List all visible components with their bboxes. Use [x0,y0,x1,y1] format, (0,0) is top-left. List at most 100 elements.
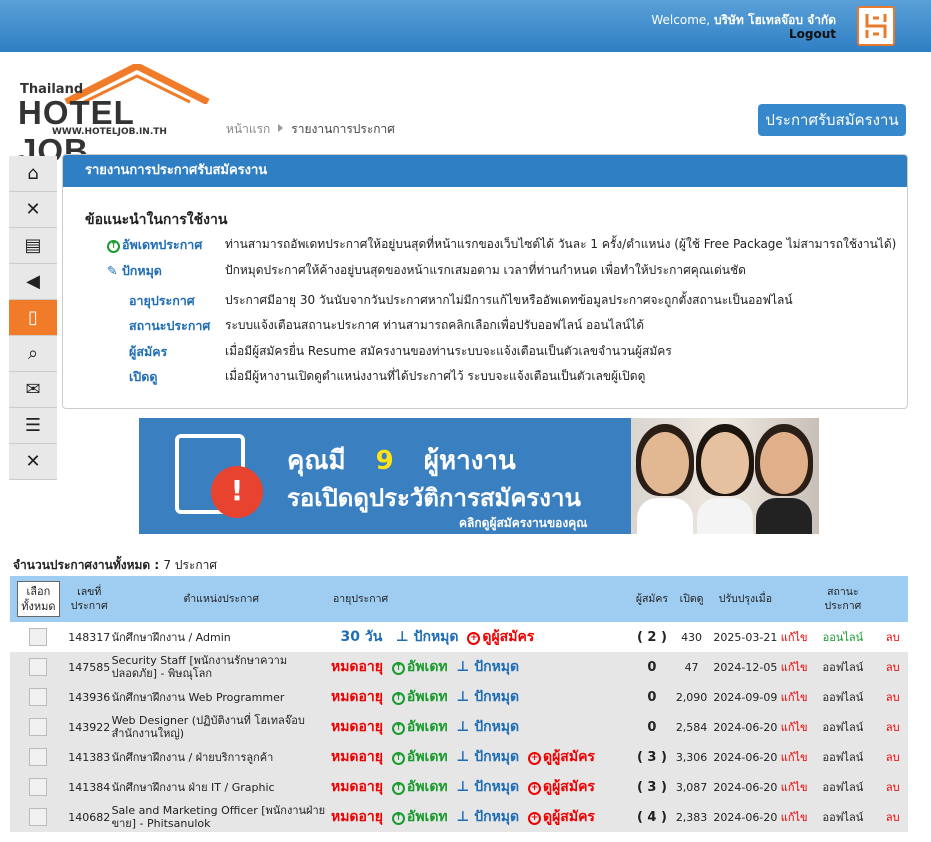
edit-button[interactable]: แก้ไข [780,712,808,742]
row-updated: 2024-06-20 [713,810,778,824]
row-position[interactable]: Web Designer (ปฏิบัติงานที่ โฮเทลจ๊อบ สำ… [112,712,331,742]
breadcrumb-home[interactable]: หน้าแรก [226,122,270,136]
row-position[interactable]: นักศึกษาฝึกงาน / Admin [112,622,331,652]
status-toggle[interactable]: ออฟไลน์ [808,742,877,772]
status-toggle[interactable]: ออฟไลน์ [808,802,877,832]
sidebar-item-mail[interactable]: ✉ [9,372,57,408]
pin-button[interactable]: ⊥ ปักหมุด [457,689,520,705]
row-id: 143922 [68,720,111,734]
pin-button[interactable]: ⊥ ปักหมุด [457,779,520,795]
edit-button[interactable]: แก้ไข [780,802,808,832]
announcement-table: เลือก ทั้งหมด เลขที่ ประกาศ ตำแหน่งประกา… [10,576,908,832]
logout-link[interactable]: Logout [789,27,836,41]
post-job-button[interactable]: ประกาศรับสมัครงาน [758,104,906,136]
row-age: หมดอายุ [331,652,392,682]
row-applicants[interactable]: 0 [632,652,673,682]
row-applicants[interactable]: 0 [632,682,673,712]
header-age: อายุประกาศ [332,593,389,605]
delete-button[interactable]: ลบ [877,652,908,682]
sidebar-item-list[interactable]: ☰ [9,408,57,444]
row-applicants[interactable]: ( 3 ) [632,742,673,772]
up-arrow-icon: ↑ [391,812,405,825]
row-applicants[interactable]: ( 2 ) [632,622,673,652]
update-button[interactable]: ↑ อัพเดท [391,689,448,705]
banner-count: 9 [375,446,394,476]
hoteljob-logo[interactable]: Thailand HOTEL JOB WWW.HOTELJOB.IN.TH [18,64,210,169]
pin-button[interactable]: ⊥ ปักหมุด [457,749,520,765]
pin-button[interactable]: ⊥ ปักหมุด [457,719,520,735]
update-button[interactable]: ↑ อัพเดท [391,719,448,735]
row-actions: ⊥ ปักหมุด + ดูผู้สมัคร [392,622,632,652]
status-toggle[interactable]: ออฟไลน์ [808,682,877,712]
edit-button[interactable]: แก้ไข [780,742,808,772]
row-checkbox[interactable] [29,628,48,646]
sidebar-item-search-resume[interactable]: ⌕ [9,336,57,372]
row-position[interactable]: นักศึกษาฝึกงาน Web Programmer [112,682,331,712]
sidebar-item-news[interactable]: ▤ [9,228,57,264]
delete-button[interactable]: ลบ [877,742,908,772]
row-position[interactable]: นักศึกษาฝึกงาน / ฝ่ายบริการลูกค้า [112,742,331,772]
status-toggle[interactable]: ออฟไลน์ [808,652,877,682]
expired-label: หมดอายุ [330,659,383,675]
pin-button[interactable]: ⊥ ปักหมุด [457,659,520,675]
select-all-button[interactable]: เลือก ทั้งหมด [17,581,60,617]
guide-row: เปิดดู เมื่อมีผู้หางานเปิดดูตำแหน่งงานที่… [129,369,646,384]
row-checkbox[interactable] [29,658,48,676]
delete-button[interactable]: ลบ [877,802,908,832]
delete-button[interactable]: ลบ [877,622,908,652]
row-views: 2,584 [675,720,708,734]
up-arrow-icon: ↑ [391,782,405,795]
row-checkbox[interactable] [29,748,48,766]
row-age: 30 วัน [331,622,392,652]
row-applicants[interactable]: ( 3 ) [632,772,673,802]
row-actions: ↑ อัพเดท ⊥ ปักหมุด + ดูผู้สมัคร [391,802,632,832]
sidebar-item-home[interactable]: ⌂ [9,156,57,192]
update-button[interactable]: ↑ อัพเดท [391,749,448,765]
pin-icon: ⊥ [456,719,470,735]
view-applicants-button[interactable]: + ดูผู้สมัคร [528,749,595,765]
row-applicants[interactable]: ( 4 ) [632,802,673,832]
company-logo-icon[interactable] [857,6,895,46]
row-views: 2,383 [675,810,708,824]
pin-button[interactable]: ⊥ ปักหมุด [396,629,459,645]
delete-button[interactable]: ลบ [877,712,908,742]
row-position[interactable]: Security Staff [พนักงานรักษาความปลอดภัย]… [112,652,331,682]
update-button[interactable]: ↑ อัพเดท [391,659,448,675]
row-checkbox[interactable] [29,778,48,796]
sidebar-item-announce[interactable]: ◀ [9,264,57,300]
applicants-banner[interactable]: ! คุณมี 9 ผู้หางาน รอเปิดดูประวัติการสมัคร… [139,418,819,534]
row-position[interactable]: นักศึกษาฝึกงาน ฝ่าย IT / Graphic [112,772,331,802]
status-toggle[interactable]: ออฟไลน์ [808,712,877,742]
update-button[interactable]: ↑ อัพเดท [391,809,448,825]
view-applicants-button[interactable]: + ดูผู้สมัคร [467,629,534,645]
panel-title: รายงานการประกาศรับสมัครงาน [63,155,907,187]
row-updated: 2025-03-21 [713,630,778,644]
delete-button[interactable]: ลบ [877,682,908,712]
row-applicants[interactable]: 0 [632,712,673,742]
update-button[interactable]: ↑ อัพเดท [391,779,448,795]
pin-icon: ⊥ [456,659,470,675]
banner-photo [631,418,819,534]
row-position[interactable]: Sale and Marketing Officer [พนักงานฝ่ายข… [112,802,331,832]
edit-button[interactable]: แก้ไข [780,682,808,712]
view-applicants-button[interactable]: + ดูผู้สมัคร [528,779,595,795]
pin-button[interactable]: ⊥ ปักหมุด [457,809,520,825]
tools-icon: ✕ [25,199,41,220]
row-checkbox[interactable] [29,808,48,826]
row-checkbox[interactable] [29,718,48,736]
sidebar-item-report[interactable]: ▯ [9,300,57,336]
sidebar-item-settings[interactable]: ✕ [9,444,57,480]
status-toggle[interactable]: ออฟไลน์ [808,772,877,802]
home-icon: ⌂ [27,163,39,184]
guide-panel: รายงานการประกาศรับสมัครงาน ข้อแนะนำในการ… [62,154,908,409]
delete-button[interactable]: ลบ [877,772,908,802]
view-applicants-button[interactable]: + ดูผู้สมัคร [528,809,595,825]
edit-button[interactable]: แก้ไข [780,772,808,802]
sidebar-item-tools[interactable]: ✕ [9,192,57,228]
row-actions: ↑ อัพเดท ⊥ ปักหมุด [391,652,632,682]
edit-button[interactable]: แก้ไข [780,652,808,682]
table-row: 141384 นักศึกษาฝึกงาน ฝ่าย IT / Graphic … [10,772,908,802]
edit-button[interactable]: แก้ไข [780,622,808,652]
row-checkbox[interactable] [29,688,48,706]
status-toggle[interactable]: ออนไลน์ [808,622,877,652]
